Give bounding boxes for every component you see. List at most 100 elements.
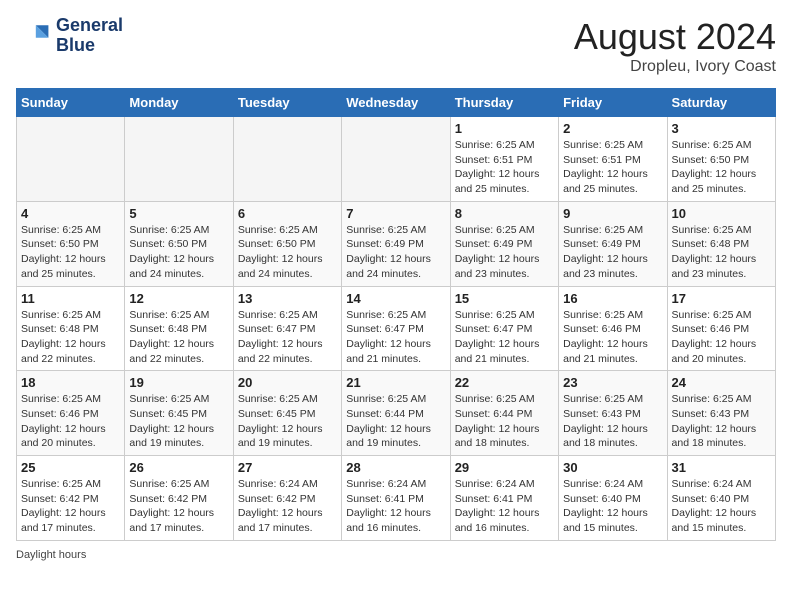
calendar-cell	[17, 117, 125, 202]
day-number: 3	[672, 121, 771, 136]
calendar-cell: 4 Sunrise: 6:25 AMSunset: 6:50 PMDaylight…	[17, 201, 125, 286]
calendar-cell: 3Sunrise: 6:25 AMSunset: 6:50 PMDaylight…	[667, 117, 775, 202]
day-header-tuesday: Tuesday	[233, 89, 341, 117]
day-number: 30	[563, 460, 662, 475]
calendar-cell: 17 Sunrise: 6:25 AMSunset: 6:46 PMDayligh…	[667, 286, 775, 371]
calendar-cell: 6 Sunrise: 6:25 AMSunset: 6:50 PMDaylight…	[233, 201, 341, 286]
week-row-1: 1 Sunrise: 6:25 AMSunset: 6:51 PMDaylight…	[17, 117, 776, 202]
day-number: 12	[129, 291, 228, 306]
calendar-cell: 19 Sunrise: 6:25 AMSunset: 6:45 PMDayligh…	[125, 371, 233, 456]
calendar-cell: 25 Sunrise: 6:25 AMSunset: 6:42 PMDayligh…	[17, 456, 125, 541]
calendar-cell	[125, 117, 233, 202]
calendar-cell: 22Sunrise: 6:25 AMSunset: 6:44 PMDayligh…	[450, 371, 558, 456]
day-number: 7	[346, 206, 445, 221]
day-number: 4	[21, 206, 120, 221]
calendar-cell: 20 Sunrise: 6:25 AMSunset: 6:45 PMDayligh…	[233, 371, 341, 456]
day-number: 13	[238, 291, 337, 306]
day-info: Sunrise: 6:25 AMSunset: 6:47 PMDaylight:…	[455, 308, 554, 367]
day-header-friday: Friday	[559, 89, 667, 117]
subtitle: Dropleu, Ivory Coast	[574, 58, 776, 76]
day-header-wednesday: Wednesday	[342, 89, 450, 117]
day-number: 25	[21, 460, 120, 475]
week-row-5: 25 Sunrise: 6:25 AMSunset: 6:42 PMDayligh…	[17, 456, 776, 541]
day-number: 8	[455, 206, 554, 221]
day-info: Sunrise: 6:24 AMSunset: 6:41 PMDaylight:…	[455, 477, 554, 536]
day-info: Sunrise: 6:25 AMSunset: 6:49 PMDaylight:…	[455, 223, 554, 282]
day-info: Sunrise: 6:25 AMSunset: 6:49 PMDaylight:…	[346, 223, 445, 282]
calendar-cell	[342, 117, 450, 202]
logo-line2: Blue	[56, 36, 123, 56]
day-info: Sunrise: 6:25 AMSunset: 6:50 PMDaylight:…	[129, 223, 228, 282]
calendar-cell: 30 Sunrise: 6:24 AMSunset: 6:40 PMDayligh…	[559, 456, 667, 541]
day-info: Sunrise: 6:25 AMSunset: 6:45 PMDaylight:…	[129, 392, 228, 451]
day-header-thursday: Thursday	[450, 89, 558, 117]
day-info: Sunrise: 6:25 AMSunset: 6:51 PMDaylight:…	[563, 138, 662, 197]
day-info: Sunrise: 6:25 AMSunset: 6:48 PMDaylight:…	[672, 223, 771, 282]
day-number: 10	[672, 206, 771, 221]
calendar-cell: 8 Sunrise: 6:25 AMSunset: 6:49 PMDaylight…	[450, 201, 558, 286]
calendar-cell	[233, 117, 341, 202]
day-number: 20	[238, 375, 337, 390]
days-header-row: SundayMondayTuesdayWednesdayThursdayFrid…	[17, 89, 776, 117]
calendar-cell: 23Sunrise: 6:25 AMSunset: 6:43 PMDayligh…	[559, 371, 667, 456]
calendar-cell: 27 Sunrise: 6:24 AMSunset: 6:42 PMDayligh…	[233, 456, 341, 541]
calendar-cell: 13Sunrise: 6:25 AMSunset: 6:47 PMDayligh…	[233, 286, 341, 371]
day-number: 24	[672, 375, 771, 390]
day-info: Sunrise: 6:25 AMSunset: 6:46 PMDaylight:…	[21, 392, 120, 451]
day-info: Sunrise: 6:24 AMSunset: 6:42 PMDaylight:…	[238, 477, 337, 536]
day-number: 9	[563, 206, 662, 221]
day-header-saturday: Saturday	[667, 89, 775, 117]
day-number: 21	[346, 375, 445, 390]
calendar-cell: 18 Sunrise: 6:25 AMSunset: 6:46 PMDayligh…	[17, 371, 125, 456]
day-info: Sunrise: 6:25 AMSunset: 6:50 PMDaylight:…	[21, 223, 120, 282]
calendar-cell: 1Sunrise: 6:25 AMSunset: 6:51 PMDaylight…	[450, 117, 558, 202]
day-number: 16	[563, 291, 662, 306]
calendar-cell: 11 Sunrise: 6:25 AMSunset: 6:48 PMDayligh…	[17, 286, 125, 371]
day-number: 22	[455, 375, 554, 390]
calendar-cell: 14Sunrise: 6:25 AMSunset: 6:47 PMDayligh…	[342, 286, 450, 371]
day-info: Sunrise: 6:25 AMSunset: 6:45 PMDaylight:…	[238, 392, 337, 451]
day-number: 19	[129, 375, 228, 390]
day-number: 17	[672, 291, 771, 306]
footer: Daylight hours	[16, 549, 776, 561]
day-info: Sunrise: 6:25 AMSunset: 6:49 PMDaylight:…	[563, 223, 662, 282]
day-number: 18	[21, 375, 120, 390]
day-number: 1	[455, 121, 554, 136]
day-info: Sunrise: 6:25 AMSunset: 6:43 PMDaylight:…	[563, 392, 662, 451]
calendar-cell: 16Sunrise: 6:25 AMSunset: 6:46 PMDayligh…	[559, 286, 667, 371]
calendar-cell: 29 Sunrise: 6:24 AMSunset: 6:41 PMDayligh…	[450, 456, 558, 541]
day-number: 14	[346, 291, 445, 306]
day-info: Sunrise: 6:25 AMSunset: 6:48 PMDaylight:…	[21, 308, 120, 367]
day-info: Sunrise: 6:25 AMSunset: 6:48 PMDaylight:…	[129, 308, 228, 367]
day-info: Sunrise: 6:25 AMSunset: 6:46 PMDaylight:…	[672, 308, 771, 367]
day-info: Sunrise: 6:25 AMSunset: 6:42 PMDaylight:…	[129, 477, 228, 536]
calendar-cell: 10 Sunrise: 6:25 AMSunset: 6:48 PMDayligh…	[667, 201, 775, 286]
day-header-monday: Monday	[125, 89, 233, 117]
day-number: 6	[238, 206, 337, 221]
week-row-4: 18 Sunrise: 6:25 AMSunset: 6:46 PMDayligh…	[17, 371, 776, 456]
calendar-cell: 15Sunrise: 6:25 AMSunset: 6:47 PMDayligh…	[450, 286, 558, 371]
logo-icon	[16, 18, 52, 54]
day-number: 26	[129, 460, 228, 475]
week-row-2: 4 Sunrise: 6:25 AMSunset: 6:50 PMDaylight…	[17, 201, 776, 286]
day-number: 2	[563, 121, 662, 136]
day-info: Sunrise: 6:24 AMSunset: 6:40 PMDaylight:…	[563, 477, 662, 536]
logo: General Blue	[16, 16, 123, 56]
day-number: 27	[238, 460, 337, 475]
calendar-cell: 21 Sunrise: 6:25 AMSunset: 6:44 PMDayligh…	[342, 371, 450, 456]
calendar-cell: 9 Sunrise: 6:25 AMSunset: 6:49 PMDaylight…	[559, 201, 667, 286]
main-title: August 2024	[574, 16, 776, 58]
week-row-3: 11 Sunrise: 6:25 AMSunset: 6:48 PMDayligh…	[17, 286, 776, 371]
day-info: Sunrise: 6:24 AMSunset: 6:40 PMDaylight:…	[672, 477, 771, 536]
day-info: Sunrise: 6:25 AMSunset: 6:44 PMDaylight:…	[346, 392, 445, 451]
title-area: August 2024 Dropleu, Ivory Coast	[574, 16, 776, 76]
day-number: 5	[129, 206, 228, 221]
calendar-cell: 24Sunrise: 6:25 AMSunset: 6:43 PMDayligh…	[667, 371, 775, 456]
day-info: Sunrise: 6:25 AMSunset: 6:50 PMDaylight:…	[238, 223, 337, 282]
day-number: 11	[21, 291, 120, 306]
day-info: Sunrise: 6:25 AMSunset: 6:42 PMDaylight:…	[21, 477, 120, 536]
calendar-cell: 12 Sunrise: 6:25 AMSunset: 6:48 PMDayligh…	[125, 286, 233, 371]
day-number: 29	[455, 460, 554, 475]
calendar-cell: 5 Sunrise: 6:25 AMSunset: 6:50 PMDaylight…	[125, 201, 233, 286]
day-info: Sunrise: 6:24 AMSunset: 6:41 PMDaylight:…	[346, 477, 445, 536]
